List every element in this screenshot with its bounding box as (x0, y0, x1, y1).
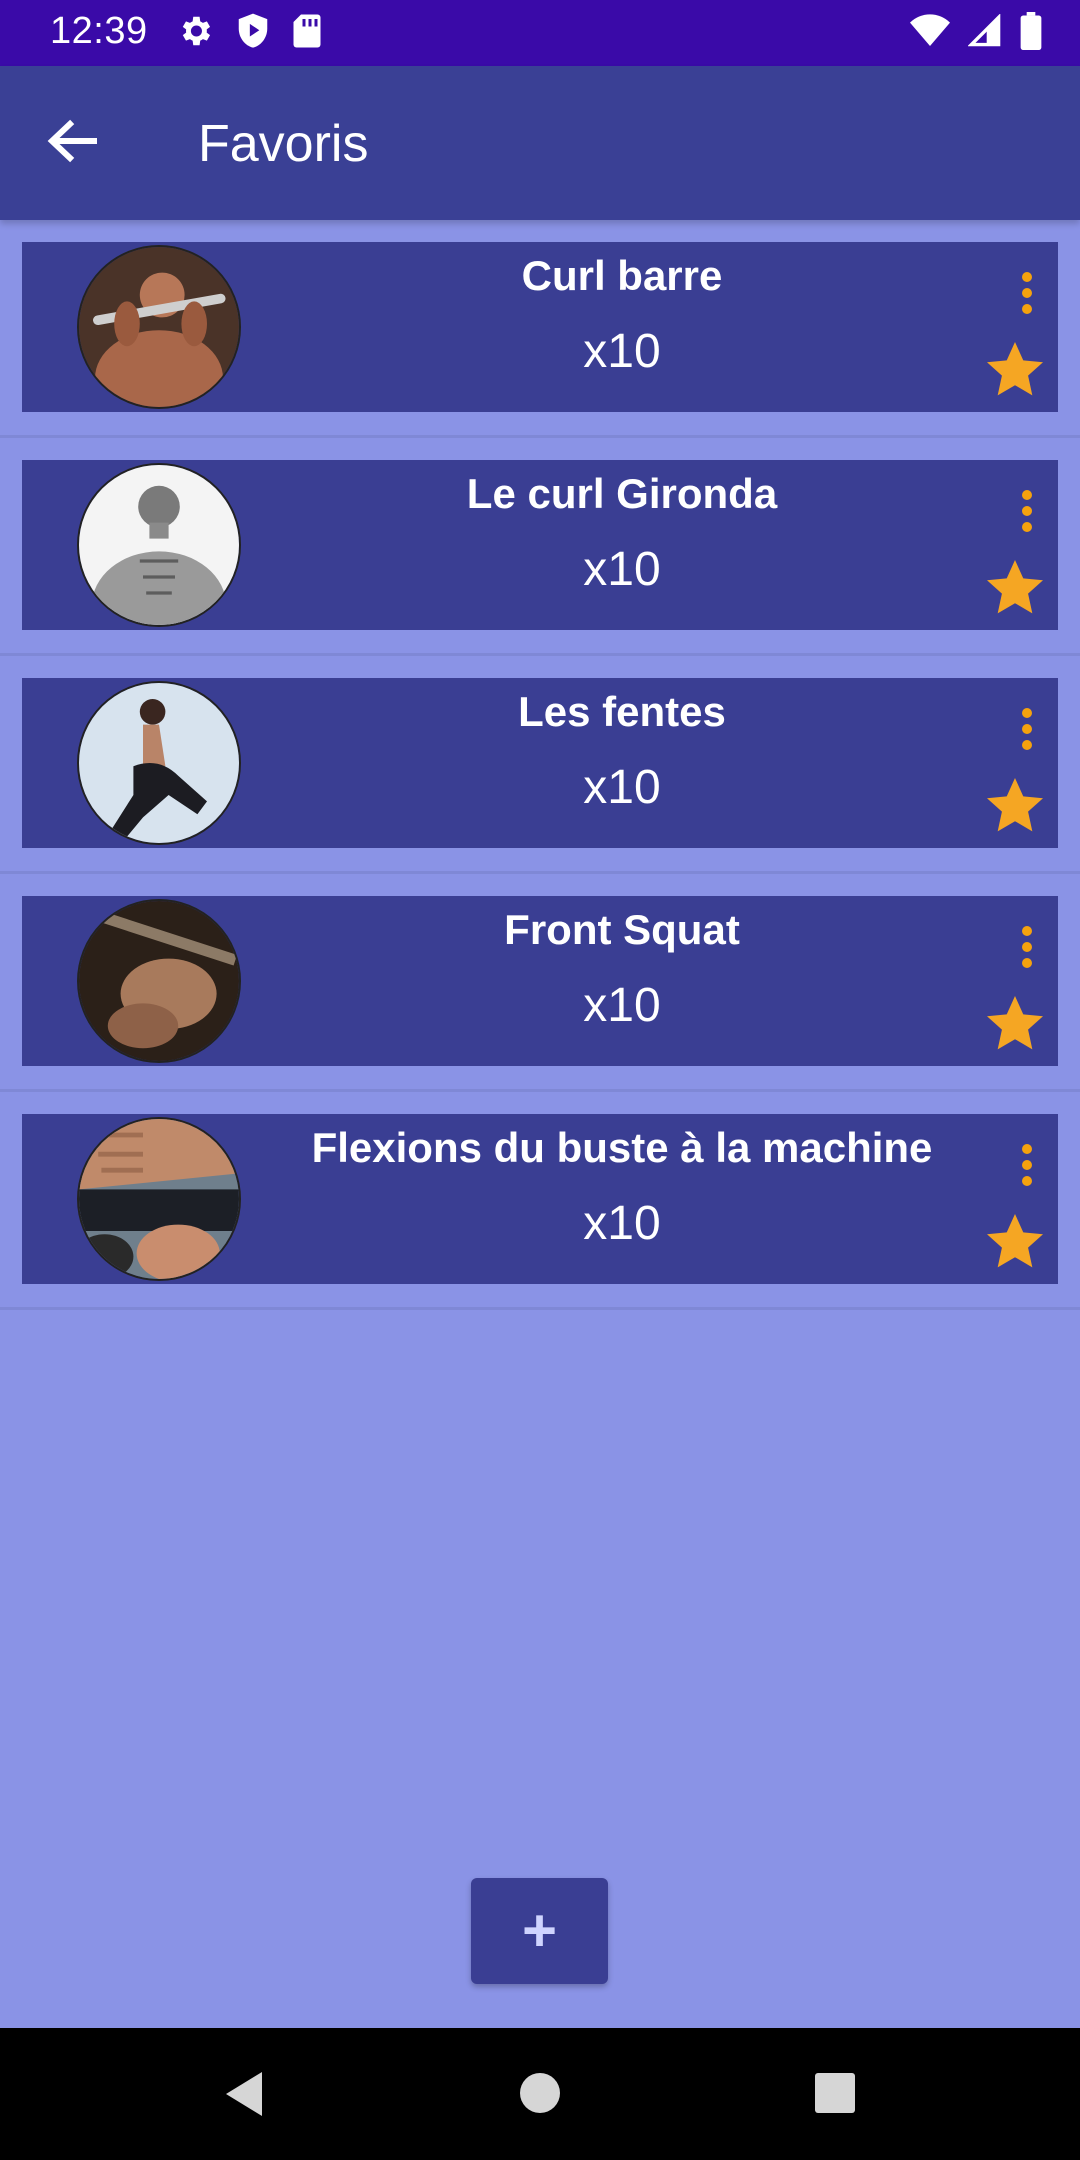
add-favorite-button[interactable]: + (471, 1878, 608, 1984)
exercise-name: Flexions du buste à la machine (311, 1124, 933, 1171)
exercise-name: Front Squat (504, 906, 740, 953)
dot (1022, 490, 1032, 500)
exercise-card[interactable]: Le curl Gironda x10 (22, 460, 1058, 630)
dot (1022, 708, 1032, 718)
signal-icon (968, 14, 1001, 47)
square-recents-icon (815, 2073, 855, 2113)
status-time: 12:39 (50, 10, 148, 52)
star-icon (987, 778, 1043, 832)
exercise-photo (79, 1119, 239, 1279)
status-bar: 12:39 (0, 0, 1080, 66)
dot (1022, 740, 1032, 750)
exercise-thumbnail (77, 463, 241, 627)
exercise-name: Les fentes (518, 688, 726, 735)
list-item: Curl barre x10 (0, 220, 1080, 438)
gear-icon (182, 16, 211, 46)
exercise-reps: x10 (583, 979, 661, 1032)
more-options-button[interactable] (1012, 926, 1042, 976)
more-options-button[interactable] (1012, 272, 1042, 322)
exercise-reps: x10 (583, 1197, 661, 1250)
more-options-button[interactable] (1012, 708, 1042, 758)
favorite-star-button[interactable] (982, 1210, 1048, 1274)
exercise-photo (79, 901, 239, 1061)
exercise-card[interactable]: Les fentes x10 (22, 678, 1058, 848)
exercise-thumbnail (77, 899, 241, 1063)
circle-home-icon (520, 2073, 560, 2113)
exercise-card[interactable]: Front Squat x10 (22, 896, 1058, 1066)
favorite-star-button[interactable] (982, 992, 1048, 1056)
exercise-thumbnail (77, 245, 241, 409)
nav-recents-button[interactable] (814, 2072, 856, 2119)
list-item: Front Squat x10 (0, 874, 1080, 1092)
favorite-star-button[interactable] (982, 556, 1048, 620)
more-options-button[interactable] (1012, 1144, 1042, 1194)
list-item: Les fentes x10 (0, 656, 1080, 874)
exercise-thumbnail (77, 1117, 241, 1281)
star-icon (987, 560, 1043, 614)
triangle-back-icon (226, 2072, 262, 2116)
star-icon (987, 996, 1043, 1050)
dot (1022, 1176, 1032, 1186)
star-icon (987, 1214, 1043, 1268)
exercise-name: Curl barre (521, 252, 723, 299)
favorite-star-button[interactable] (982, 774, 1048, 838)
exercise-thumbnail (77, 681, 241, 845)
exercise-card[interactable]: Flexions du buste à la machine x10 (22, 1114, 1058, 1284)
dot (1022, 272, 1032, 282)
battery-icon (1020, 12, 1042, 50)
star-icon (987, 342, 1043, 396)
dot (1022, 522, 1032, 532)
more-options-button[interactable] (1012, 490, 1042, 540)
dot (1022, 304, 1032, 314)
shield-play-icon (238, 13, 268, 48)
dot (1022, 942, 1032, 952)
dot (1022, 506, 1032, 516)
plus-icon: + (521, 1897, 558, 1964)
sd-card-icon (293, 14, 321, 48)
dot (1022, 1160, 1032, 1170)
favorites-list: Curl barre x10 Le curl Gironda x10 Les f… (0, 220, 1080, 1310)
status-icons-right (910, 12, 1042, 50)
wifi-icon (910, 14, 950, 46)
status-icons-left (176, 12, 322, 50)
exercise-photo (79, 683, 239, 843)
nav-home-button[interactable] (519, 2072, 561, 2119)
exercise-photo (79, 247, 239, 407)
exercise-photo (79, 465, 239, 625)
exercise-reps: x10 (583, 543, 661, 596)
exercise-name: Le curl Gironda (466, 470, 778, 517)
favorite-star-button[interactable] (982, 338, 1048, 402)
dot (1022, 1144, 1032, 1154)
arrow-left-icon (47, 119, 97, 163)
system-nav-bar (0, 2028, 1080, 2160)
dot (1022, 958, 1032, 968)
list-item: Le curl Gironda x10 (0, 438, 1080, 656)
list-item: Flexions du buste à la machine x10 (0, 1092, 1080, 1310)
back-button[interactable] (42, 116, 112, 176)
exercise-reps: x10 (583, 761, 661, 814)
exercise-card[interactable]: Curl barre x10 (22, 242, 1058, 412)
nav-back-button[interactable] (222, 2070, 266, 2123)
dot (1022, 724, 1032, 734)
exercise-reps: x10 (583, 325, 661, 378)
page-title: Favoris (198, 115, 369, 173)
app-bar: Favoris (0, 66, 1080, 220)
dot (1022, 288, 1032, 298)
divider (0, 1307, 1080, 1310)
dot (1022, 926, 1032, 936)
